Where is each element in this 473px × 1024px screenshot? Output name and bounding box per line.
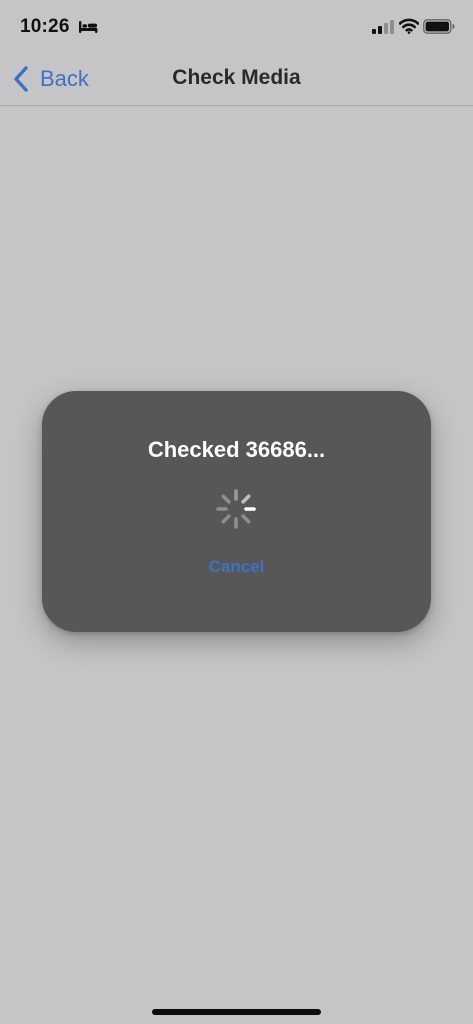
progress-dialog: Checked 36686... Cancel [42,391,431,632]
activity-spinner-icon [216,489,256,529]
cancel-button[interactable]: Cancel [182,557,291,583]
dialog-title: Checked 36686... [147,437,326,462]
status-time: 10:26 [20,16,70,37]
screen: 10:26 Check Media Back Checked 36686... … [0,0,473,1024]
home-indicator[interactable] [152,1009,321,1015]
chevron-left-icon [14,66,28,92]
wifi-icon [399,18,419,34]
status-bar: 10:26 [0,0,473,54]
cellular-signal-icon [372,20,394,34]
battery-icon [423,19,455,34]
back-label: Back [40,66,89,91]
back-button[interactable]: Back [12,64,89,94]
nav-bar: Check Media Back [0,54,473,106]
bed-icon [79,21,98,33]
